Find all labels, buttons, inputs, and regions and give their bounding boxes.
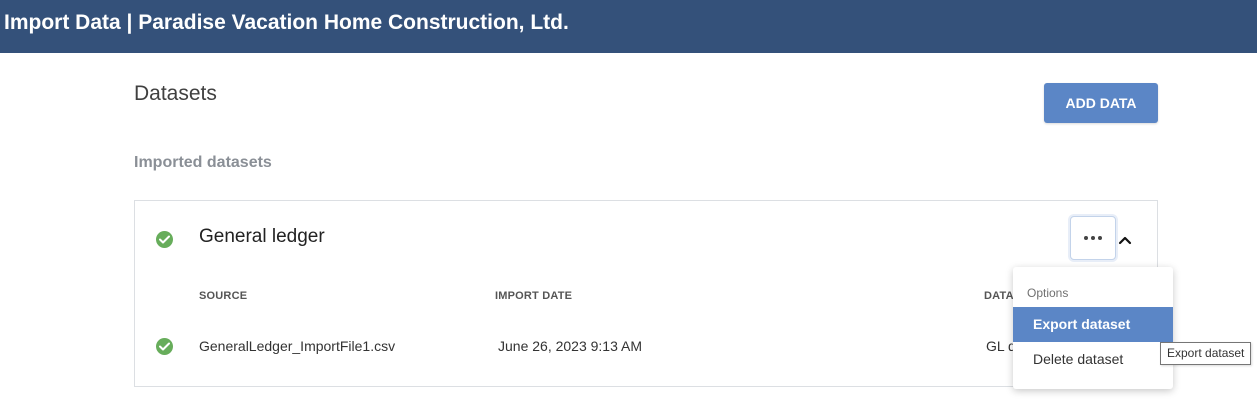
add-data-button[interactable]: ADD DATA (1044, 83, 1158, 123)
section-title: Imported datasets (134, 154, 272, 171)
column-header-import-date: IMPORT DATE (495, 290, 573, 302)
import-date-cell: June 26, 2023 9:13 AM (498, 338, 642, 354)
delete-dataset-menu-item[interactable]: Delete dataset (1013, 342, 1173, 377)
column-header-data: DATA (984, 290, 1014, 302)
column-header-source: SOURCE (199, 290, 248, 302)
source-file-cell: GeneralLedger_ImportFile1.csv (199, 338, 396, 354)
window-title: Import Data | Paradise Vacation Home Con… (4, 11, 569, 34)
chevron-up-icon[interactable] (1118, 233, 1132, 245)
title-bar: Import Data | Paradise Vacation Home Con… (0, 0, 1257, 53)
options-menu: Options Export dataset Delete dataset (1013, 267, 1173, 389)
dataset-title: General ledger (199, 226, 325, 247)
more-horizontal-icon (1084, 236, 1102, 240)
page-title: Datasets (134, 82, 217, 105)
check-circle-icon (156, 338, 173, 355)
tooltip: Export dataset (1160, 342, 1252, 365)
export-dataset-menu-item[interactable]: Export dataset (1013, 307, 1173, 342)
data-cell: GL d (986, 338, 1016, 354)
check-circle-icon (156, 231, 173, 248)
options-menu-caption: Options (1027, 286, 1069, 300)
more-options-button[interactable] (1070, 216, 1116, 260)
